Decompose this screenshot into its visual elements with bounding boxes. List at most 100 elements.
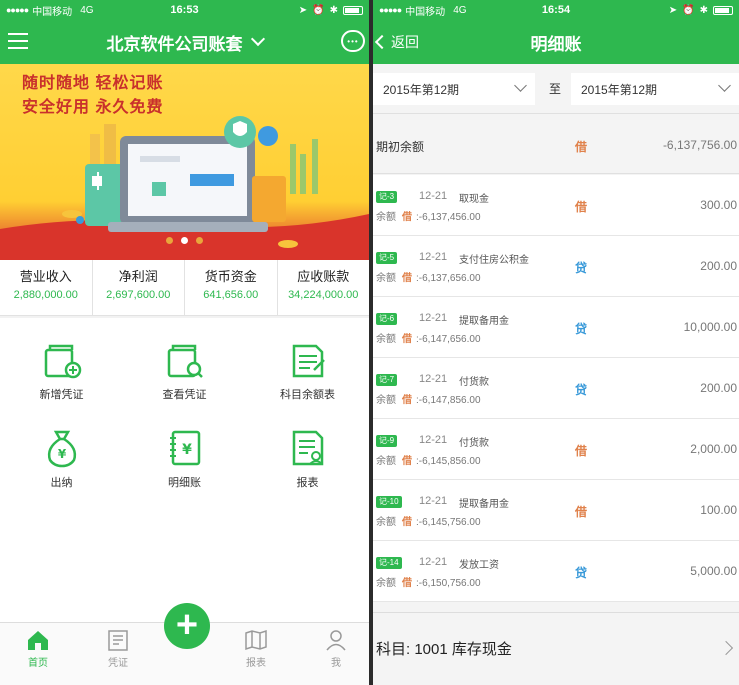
- ledger-entry-row[interactable]: 记-3 12-21 取现金 余额借:-6,137,456.00 借 300.00: [373, 175, 739, 236]
- ledger-entry-row[interactable]: 记-14 12-21 发放工资 余额借:-6,150,756.00 贷 5,000.00: [373, 541, 739, 602]
- subject-selector[interactable]: 科目: 1001 库存现金: [373, 612, 739, 685]
- entry-balance: 余额借:-6,137,656.00: [376, 269, 481, 284]
- report-icon: [292, 430, 323, 466]
- entry-balance: 余额借:-6,137,456.00: [376, 208, 481, 223]
- back-button[interactable]: 返回: [373, 32, 419, 52]
- grid-item-view-voucher[interactable]: 查看凭证: [123, 342, 246, 402]
- ledger-entry-row[interactable]: 记-5 12-21 支付住房公积金 余额借:-6,137,656.00 贷 200.00: [373, 236, 739, 297]
- tab-label: 首页: [28, 658, 48, 669]
- account-set-title[interactable]: 北京软件公司账套: [107, 30, 243, 55]
- tab-label: 报表: [246, 658, 266, 669]
- home-icon: [28, 631, 48, 650]
- stat-cell[interactable]: 营业收入 2,880,000.00: [0, 260, 93, 315]
- voucher-icon: [108, 630, 128, 651]
- stat-cell[interactable]: 货币资金 641,656.00: [185, 260, 278, 315]
- svg-text:¥: ¥: [57, 447, 66, 461]
- period-to-select[interactable]: 2015年第12期: [571, 73, 739, 105]
- status-bar: ●●●●● 中国移动 4G 16:53 ➤ ⏰ ✱: [0, 0, 369, 20]
- promo-banner[interactable]: 随时随地 轻松记账 安全好用 永久免费: [0, 64, 369, 260]
- voucher-tag: 记-9: [376, 435, 398, 447]
- stat-cell[interactable]: 应收账款 34,224,000.00: [278, 260, 370, 315]
- entry-balance: 余额借:-6,145,856.00: [376, 452, 481, 467]
- chevron-left-icon: [374, 34, 390, 50]
- opening-label: 期初余额: [376, 140, 425, 154]
- banner-dot[interactable]: [166, 237, 173, 244]
- balance-direction: 借: [402, 578, 412, 589]
- entry-summary: 提取备用金: [459, 316, 509, 327]
- ledger-entry-row[interactable]: 记-6 12-21 提取备用金 余额借:-6,147,656.00 贷 10,000.00: [373, 297, 739, 358]
- entry-date: 12-21: [419, 556, 448, 568]
- balance-value: -6,147,856.00: [418, 395, 481, 406]
- tab-reports[interactable]: 报表: [226, 629, 286, 669]
- ledger-entry-row[interactable]: 记-7 12-21 付货款 余额借:-6,147,856.00 贷 200.00: [373, 358, 739, 419]
- period-from-select[interactable]: 2015年第12期: [373, 73, 535, 105]
- network-label: 4G: [80, 4, 94, 16]
- ledger-entry-row[interactable]: 记-10 12-21 提取备用金 余额借:-6,145,756.00 借 100.00: [373, 480, 739, 541]
- balance-direction: 借: [402, 517, 412, 528]
- entry-summary: 付货款: [459, 438, 489, 449]
- banner-page-indicator[interactable]: [0, 237, 369, 244]
- signal-dots-icon: ●●●●●: [379, 5, 402, 15]
- banner-dot[interactable]: [181, 237, 188, 244]
- ledger-entry-row[interactable]: 记-9 12-21 付货款 余额借:-6,145,856.00 借 2,000.00: [373, 419, 739, 480]
- stat-value: 34,224,000.00: [288, 289, 359, 301]
- chevron-down-icon[interactable]: [250, 31, 265, 47]
- financial-stats: 营业收入 2,880,000.00 净利润 2,697,600.00 货币资金 641,6…: [0, 260, 369, 316]
- banner-line1: 随时随地 轻松记账: [22, 75, 164, 92]
- network-label: 4G: [453, 4, 467, 16]
- subject-label: 科目: 1001 库存现金: [376, 641, 512, 658]
- grid-item-cashier[interactable]: ¥ 出纳: [0, 428, 123, 490]
- back-label: 返回: [391, 34, 419, 50]
- grid-label: 明细账: [168, 477, 201, 489]
- opening-direction: 借: [575, 140, 588, 154]
- menu-icon[interactable]: [8, 33, 28, 49]
- map-icon: [245, 629, 267, 651]
- tab-me[interactable]: 我: [306, 629, 366, 669]
- chevron-down-icon: [514, 79, 527, 92]
- add-voucher-icon: [44, 344, 81, 379]
- grid-label: 报表: [296, 477, 319, 489]
- ledger-navbar: 返回 明细账: [373, 20, 739, 64]
- stat-value: 2,880,000.00: [13, 289, 78, 301]
- stat-label: 应收账款: [297, 269, 350, 284]
- balance-direction: 借: [402, 334, 412, 345]
- entry-balance: 余额借:-6,150,756.00: [376, 574, 481, 589]
- svg-text:¥: ¥: [182, 442, 192, 458]
- home-screen: ●●●●● 中国移动 4G 16:53 ➤ ⏰ ✱ 北京软件公司账套 ••• 随…: [0, 0, 369, 685]
- tab-voucher[interactable]: 凭证: [88, 629, 148, 669]
- entry-direction: 贷: [575, 383, 588, 397]
- entry-direction: 借: [575, 505, 588, 519]
- entry-summary: 付货款: [459, 377, 489, 388]
- balance-value: -6,150,756.00: [418, 578, 481, 589]
- banner-line2: 安全好用 永久免费: [22, 99, 164, 116]
- carrier-label: 中国移动: [32, 6, 73, 18]
- battery-icon: [713, 5, 733, 15]
- voucher-tag: 记-10: [376, 496, 402, 508]
- home-navbar: 北京软件公司账套 •••: [0, 20, 369, 64]
- grid-item-report[interactable]: 报表: [246, 428, 369, 490]
- alarm-icon: ⏰: [682, 4, 695, 16]
- balance-value: -6,145,756.00: [418, 517, 481, 528]
- entry-date: 12-21: [419, 434, 448, 446]
- banner-dot[interactable]: [196, 237, 203, 244]
- signal-dots-icon: ●●●●●: [6, 5, 29, 15]
- ledger-screen: ●●●●● 中国移动 4G 16:54 ➤ ⏰ ✱ 返回 明细账 2015年第1…: [373, 0, 739, 685]
- add-button[interactable]: +: [164, 603, 210, 649]
- balance-direction: 借: [402, 395, 412, 406]
- entry-date: 12-21: [419, 312, 448, 324]
- entry-date: 12-21: [419, 251, 448, 263]
- tab-home[interactable]: 首页: [8, 629, 68, 669]
- grid-item-add-voucher[interactable]: 新增凭证: [0, 342, 123, 402]
- chat-icon[interactable]: •••: [341, 30, 365, 52]
- entry-summary: 取现金: [459, 194, 489, 205]
- entry-direction: 贷: [575, 261, 588, 275]
- bluetooth-icon: ✱: [329, 4, 338, 16]
- alarm-icon: ⏰: [312, 4, 325, 16]
- voucher-tag: 记-14: [376, 557, 402, 569]
- stat-cell[interactable]: 净利润 2,697,600.00: [93, 260, 185, 315]
- entry-amount: 5,000.00: [690, 564, 737, 578]
- grid-item-balance-sheet[interactable]: 科目余额表: [246, 342, 369, 402]
- grid-item-ledger[interactable]: ¥ 明细账: [123, 428, 246, 490]
- balance-value: -6,147,656.00: [418, 334, 481, 345]
- page-title: 明细账: [530, 34, 582, 54]
